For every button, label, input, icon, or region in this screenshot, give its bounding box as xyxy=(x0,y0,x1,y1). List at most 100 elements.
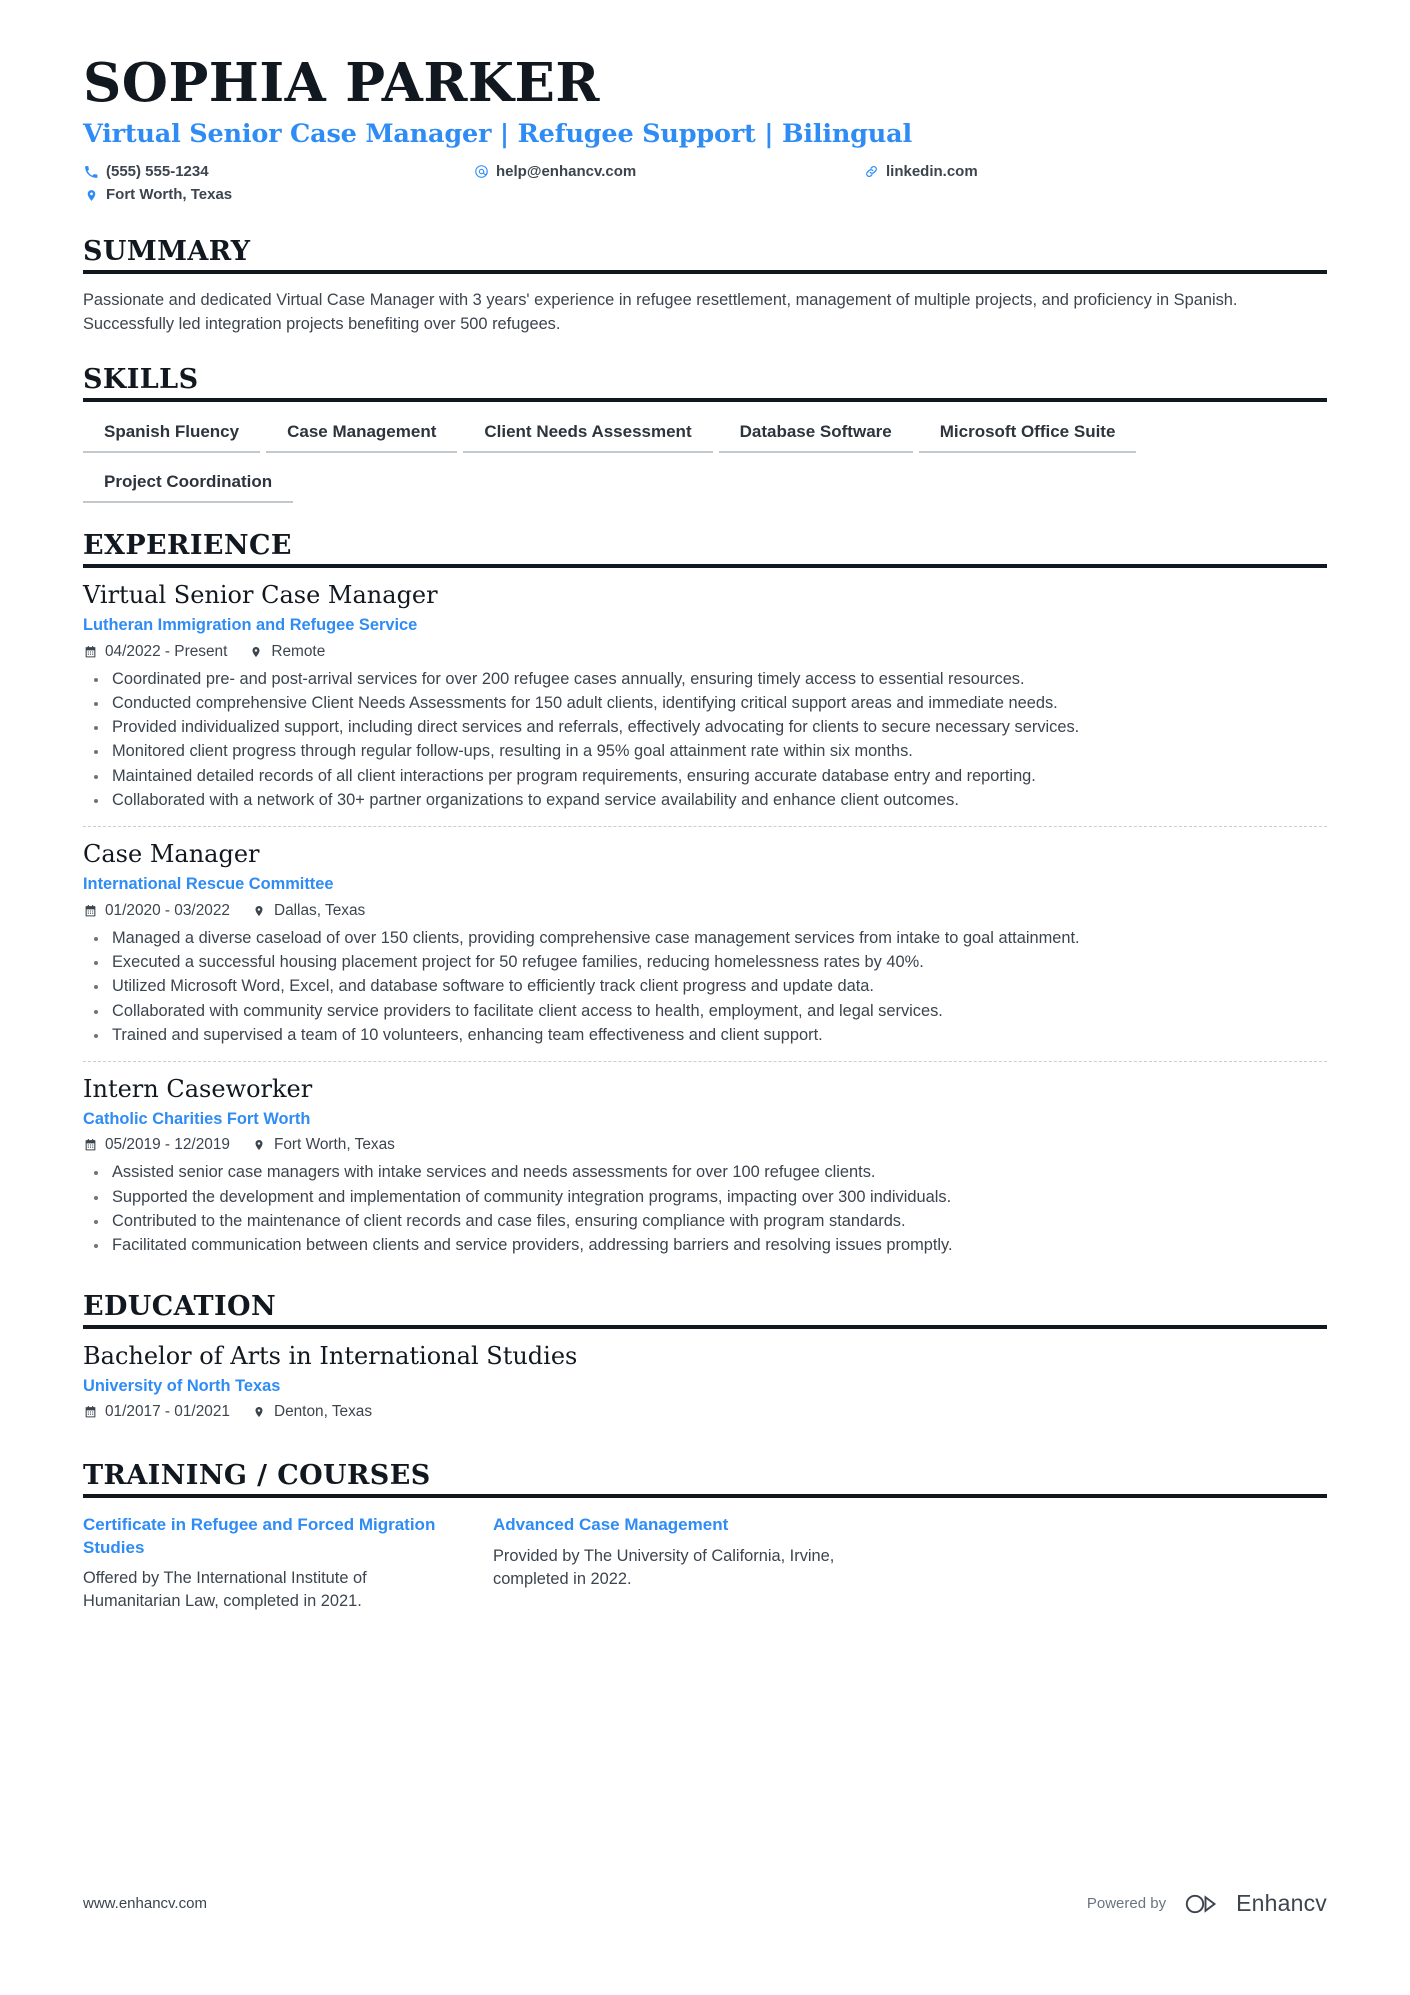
experience-location-text: Fort Worth, Texas xyxy=(273,1136,395,1154)
skills-section: SKILLS Spanish Fluency Case Management C… xyxy=(83,363,1327,517)
bullet-item: Facilitated communication between client… xyxy=(83,1234,1327,1257)
courses-list: Certificate in Refugee and Forced Migrat… xyxy=(83,1514,1327,1613)
experience-location-text: Dallas, Texas xyxy=(273,901,366,919)
experience-dates: 05/2019 - 12/2019 xyxy=(83,1136,230,1154)
entry-divider xyxy=(83,1061,1327,1063)
education-school[interactable]: University of North Texas xyxy=(83,1376,1327,1397)
experience-meta: 04/2022 - Present Remote xyxy=(83,643,1327,661)
experience-location-text: Remote xyxy=(271,642,326,660)
skill-tag: Spanish Fluency xyxy=(83,417,261,453)
summary-text: Passionate and dedicated Virtual Case Ma… xyxy=(83,290,1238,334)
contact-location-text: Fort Worth, Texas xyxy=(106,186,233,204)
location-icon xyxy=(252,903,266,918)
education-section-title: EDUCATION xyxy=(83,1290,277,1322)
experience-dates-text: 04/2022 - Present xyxy=(105,642,228,660)
bullet-item: Supported the development and implementa… xyxy=(83,1186,1327,1209)
bullet-item: Monitored client progress through regula… xyxy=(83,740,1327,763)
contact-linkedin[interactable]: linkedin.com xyxy=(863,160,1163,183)
experience-dates: 04/2022 - Present xyxy=(83,643,227,661)
calendar-icon xyxy=(83,903,97,918)
course-title[interactable]: Advanced Case Management xyxy=(493,1514,865,1536)
course-description: Provided by The University of California… xyxy=(493,1546,835,1589)
summary-section-rule xyxy=(83,269,1327,274)
course-item: Advanced Case Management Provided by The… xyxy=(493,1514,903,1613)
education-meta: 01/2017 - 01/2021 Denton, Texas xyxy=(83,1403,1327,1421)
experience-dates: 01/2020 - 03/2022 xyxy=(83,902,230,920)
skill-tag: Microsoft Office Suite xyxy=(918,417,1137,453)
experience-meta: 05/2019 - 12/2019 Fort Worth, Texas xyxy=(83,1136,1327,1154)
skills-section-title: SKILLS xyxy=(83,363,199,395)
contact-phone: (555) 555-1234 xyxy=(83,160,473,183)
experience-role: Case Manager xyxy=(83,840,260,869)
skill-tag: Client Needs Assessment xyxy=(463,417,713,453)
contact-row-1: (555) 555-1234 help@enhancv.com linkedin… xyxy=(83,160,1327,183)
resume-header: SOPHIA PARKER Virtual Senior Case Manage… xyxy=(83,52,1327,207)
experience-bullets: Managed a diverse caseload of over 150 c… xyxy=(83,927,1327,1047)
education-location: Denton, Texas xyxy=(252,1403,372,1421)
course-item: Certificate in Refugee and Forced Migrat… xyxy=(83,1514,493,1613)
powered-by-label: Powered by xyxy=(1086,1895,1167,1912)
footer-brand: Powered by Enhancv xyxy=(1087,1890,1327,1917)
skill-tag: Database Software xyxy=(718,417,913,453)
email-icon xyxy=(473,164,489,180)
experience-role: Virtual Senior Case Manager xyxy=(83,581,438,610)
calendar-icon xyxy=(83,644,97,659)
experience-org[interactable]: Lutheran Immigration and Refugee Service xyxy=(83,615,1327,636)
experience-location: Fort Worth, Texas xyxy=(252,1136,395,1154)
course-title[interactable]: Certificate in Refugee and Forced Migrat… xyxy=(83,1514,455,1558)
contact-location: Fort Worth, Texas xyxy=(83,183,473,206)
footer-url[interactable]: www.enhancv.com xyxy=(83,1895,207,1912)
experience-meta: 01/2020 - 03/2022 Dallas, Texas xyxy=(83,902,1327,920)
contact-phone-text: (555) 555-1234 xyxy=(106,163,209,181)
experience-org[interactable]: International Rescue Committee xyxy=(83,874,1327,895)
training-section-title: TRAINING / COURSES xyxy=(83,1460,431,1492)
contact-email[interactable]: help@enhancv.com xyxy=(473,160,863,183)
experience-dates-text: 01/2020 - 03/2022 xyxy=(105,901,230,919)
contact-details: (555) 555-1234 help@enhancv.com linkedin… xyxy=(83,160,1327,207)
skills-section-rule xyxy=(83,397,1327,402)
education-dates-text: 01/2017 - 01/2021 xyxy=(105,1403,230,1421)
bullet-item: Utilized Microsoft Word, Excel, and data… xyxy=(83,975,1327,998)
candidate-headline: Virtual Senior Case Manager | Refugee Su… xyxy=(83,118,912,149)
location-icon xyxy=(252,1138,266,1153)
experience-bullets: Assisted senior case managers with intak… xyxy=(83,1161,1327,1257)
link-icon xyxy=(863,164,879,180)
education-degree: Bachelor of Arts in International Studie… xyxy=(83,1341,578,1370)
bullet-item: Coordinated pre- and post-arrival servic… xyxy=(83,668,1327,691)
education-entry: Bachelor of Arts in International Studie… xyxy=(83,1341,1327,1421)
enhancv-logo-icon xyxy=(1184,1891,1226,1917)
education-dates: 01/2017 - 01/2021 xyxy=(83,1403,230,1421)
experience-location: Dallas, Texas xyxy=(252,902,365,920)
experience-section: EXPERIENCE Virtual Senior Case Manager L… xyxy=(83,529,1327,1258)
training-section: TRAINING / COURSES Certificate in Refuge… xyxy=(83,1460,1327,1614)
experience-role: Intern Caseworker xyxy=(83,1075,313,1104)
experience-section-rule xyxy=(83,564,1327,569)
experience-location: Remote xyxy=(249,643,325,661)
experience-entry: Virtual Senior Case Manager Lutheran Imm… xyxy=(83,580,1327,812)
skills-list: Spanish Fluency Case Management Client N… xyxy=(83,417,1327,517)
contact-email-text: help@enhancv.com xyxy=(496,163,637,181)
candidate-name: SOPHIA PARKER xyxy=(83,52,600,114)
location-icon xyxy=(249,644,263,659)
education-section: EDUCATION Bachelor of Arts in Internatio… xyxy=(83,1290,1327,1422)
bullet-item: Contributed to the maintenance of client… xyxy=(83,1210,1327,1233)
bullet-item: Collaborated with a network of 30+ partn… xyxy=(83,789,1327,812)
experience-entry: Intern Caseworker Catholic Charities For… xyxy=(83,1074,1327,1258)
education-location-text: Denton, Texas xyxy=(273,1403,373,1421)
bullet-item: Assisted senior case managers with intak… xyxy=(83,1161,1327,1184)
summary-section: SUMMARY Passionate and dedicated Virtual… xyxy=(83,236,1327,337)
skill-tag: Project Coordination xyxy=(83,467,294,503)
experience-dates-text: 05/2019 - 12/2019 xyxy=(105,1136,230,1154)
calendar-icon xyxy=(83,1138,97,1153)
education-section-rule xyxy=(83,1324,1327,1329)
experience-section-title: EXPERIENCE xyxy=(83,529,292,561)
bullet-item: Trained and supervised a team of 10 volu… xyxy=(83,1024,1327,1047)
bullet-item: Maintained detailed records of all clien… xyxy=(83,765,1327,788)
skill-tag: Case Management xyxy=(266,417,458,453)
bullet-item: Conducted comprehensive Client Needs Ass… xyxy=(83,692,1327,715)
bullet-item: Managed a diverse caseload of over 150 c… xyxy=(83,927,1327,950)
experience-org[interactable]: Catholic Charities Fort Worth xyxy=(83,1109,1327,1130)
resume-content: SOPHIA PARKER Virtual Senior Case Manage… xyxy=(83,0,1327,1614)
contact-row-2: Fort Worth, Texas xyxy=(83,183,1327,206)
experience-bullets: Coordinated pre- and post-arrival servic… xyxy=(83,668,1327,813)
